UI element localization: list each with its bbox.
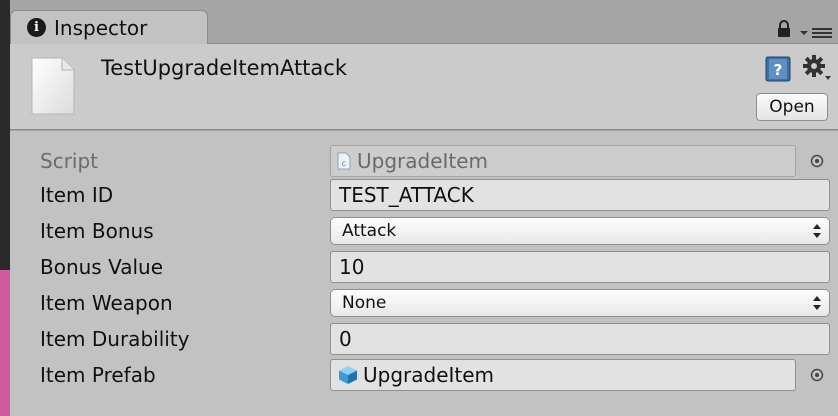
tab-label: Inspector xyxy=(54,15,148,40)
left-panel-edge xyxy=(0,0,10,416)
property-row-script: Script c UpgradeItem xyxy=(10,145,838,179)
item-prefab-field[interactable]: UpgradeItem xyxy=(330,359,796,391)
item-weapon-value: None xyxy=(342,293,387,313)
svg-text:c: c xyxy=(342,159,346,168)
dropdown-arrows-icon xyxy=(813,296,821,310)
svg-text:?: ? xyxy=(774,61,783,79)
item-id-input[interactable]: TEST_ATTACK xyxy=(330,179,830,211)
property-row-bonus-value: Bonus Value 10 xyxy=(10,251,838,285)
property-row-item-weapon: Item Weapon None xyxy=(10,287,838,321)
gear-icon[interactable] xyxy=(802,54,832,82)
script-value: UpgradeItem xyxy=(357,149,489,173)
property-list: Script c UpgradeItem Item ID TEST_ATTACK… xyxy=(10,131,838,416)
item-weapon-dropdown[interactable]: None xyxy=(330,289,830,317)
tab-inspector[interactable]: i Inspector xyxy=(10,10,208,44)
property-row-item-bonus: Item Bonus Attack xyxy=(10,215,838,249)
object-picker-icon[interactable] xyxy=(810,154,824,168)
property-row-item-durability: Item Durability 0 xyxy=(10,323,838,357)
item-id-label: Item ID xyxy=(40,183,114,207)
property-row-item-prefab: Item Prefab UpgradeItem xyxy=(10,359,838,393)
asset-title: TestUpgradeItemAttack xyxy=(101,56,347,80)
help-book-icon[interactable]: ? xyxy=(765,56,791,82)
lock-icon[interactable] xyxy=(775,20,793,38)
property-row-item-id: Item ID TEST_ATTACK xyxy=(10,179,838,213)
script-label: Script xyxy=(40,149,99,173)
object-picker-icon[interactable] xyxy=(810,368,824,382)
tab-bar: i Inspector xyxy=(10,0,838,44)
item-weapon-label: Item Weapon xyxy=(40,291,173,315)
script-file-icon: c xyxy=(337,152,351,170)
asset-header: TestUpgradeItemAttack ? Open xyxy=(10,44,838,130)
bonus-value-input[interactable]: 10 xyxy=(330,251,830,283)
dropdown-arrows-icon xyxy=(813,224,821,238)
item-bonus-dropdown[interactable]: Attack xyxy=(330,217,830,245)
item-bonus-value: Attack xyxy=(342,221,397,241)
item-prefab-label: Item Prefab xyxy=(40,363,156,387)
document-icon xyxy=(31,57,75,115)
item-durability-label: Item Durability xyxy=(40,327,190,351)
prefab-cube-icon xyxy=(339,366,357,384)
open-button[interactable]: Open xyxy=(756,93,828,121)
script-field: c UpgradeItem xyxy=(330,145,796,177)
bonus-value-label: Bonus Value xyxy=(40,255,164,279)
context-menu-icon[interactable] xyxy=(798,26,834,40)
left-panel-selection-strip xyxy=(0,270,10,416)
item-durability-input[interactable]: 0 xyxy=(330,323,830,355)
info-icon: i xyxy=(27,18,46,37)
item-prefab-value: UpgradeItem xyxy=(363,363,495,387)
item-bonus-label: Item Bonus xyxy=(40,219,154,243)
